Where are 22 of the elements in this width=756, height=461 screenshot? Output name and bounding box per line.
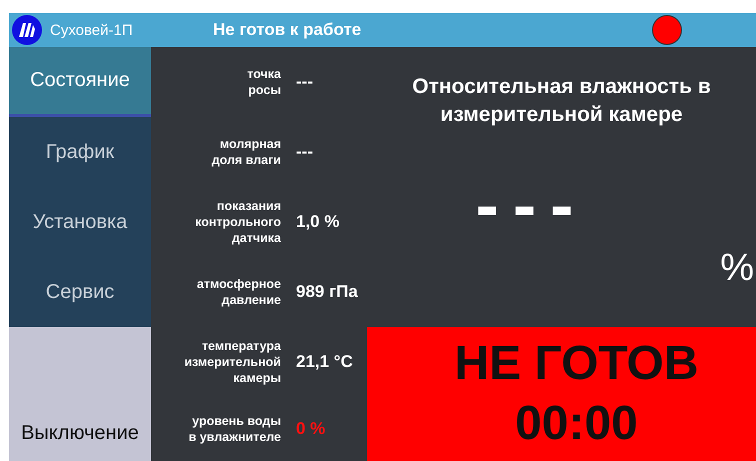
timer: 00:00 <box>515 396 638 452</box>
reading-label: уровень воды в увлажнителе <box>188 412 281 446</box>
status-text: НЕ ГОТОВ <box>454 336 699 392</box>
reading-label: атмосферное давление <box>196 276 281 308</box>
unit-label: % <box>720 247 754 290</box>
reading-label: показания контрольного датчика <box>194 198 281 246</box>
reading-value: 0 % <box>296 419 326 439</box>
humidity-reading: --- <box>476 170 588 240</box>
reading-value: 21,1 °C <box>296 352 353 372</box>
reading-label: температура измерительной камеры <box>183 338 281 386</box>
logo-icon <box>12 15 42 45</box>
reading-label: точка росы <box>246 66 281 98</box>
reading-value: --- <box>296 142 313 162</box>
humidity-title: Относительная влажность в измерительной камере <box>412 74 712 128</box>
reading-value: 1,0 % <box>296 212 340 232</box>
reading-label: молярная доля влаги <box>210 136 281 168</box>
power-off-button[interactable]: Выключение <box>9 327 151 461</box>
reading-value: 989 гПа <box>296 282 358 302</box>
reading-value: --- <box>296 72 313 92</box>
app-name: Суховей-1П <box>50 22 134 38</box>
nav-tab[interactable]: Состояние <box>9 47 151 117</box>
status-title: Не готов к работе <box>213 20 362 40</box>
